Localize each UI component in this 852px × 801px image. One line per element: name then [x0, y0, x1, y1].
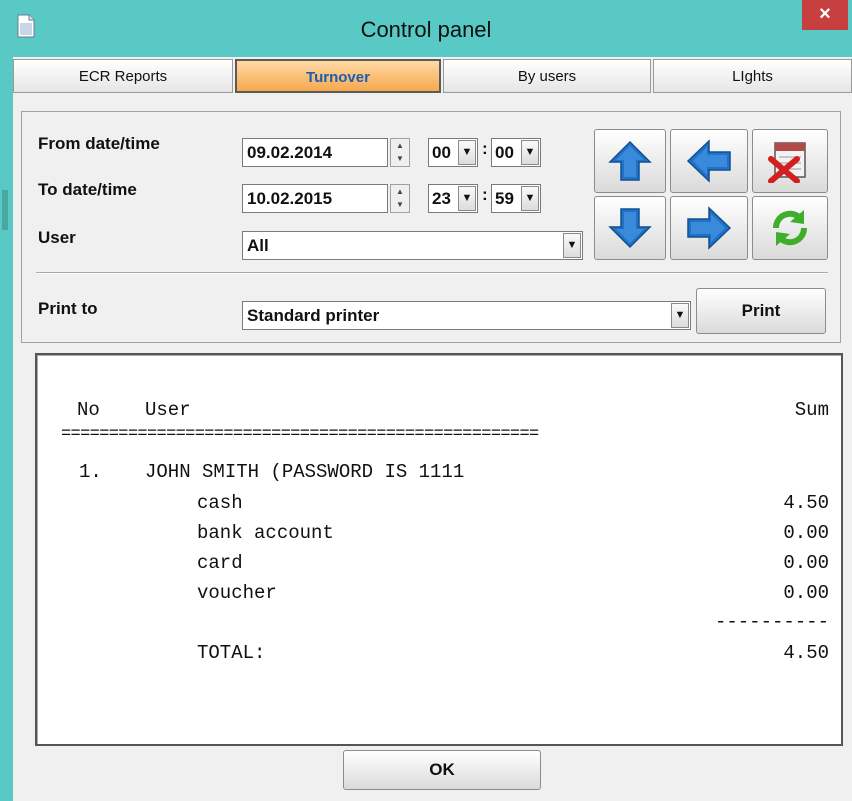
chevron-down-icon[interactable]: ▼: [521, 186, 539, 211]
print-button[interactable]: Print: [696, 288, 826, 334]
report-entry-no: 1.: [79, 461, 102, 483]
chevron-down-icon[interactable]: ▼: [521, 140, 539, 165]
move-left-button[interactable]: [670, 129, 748, 193]
report-single-rule: ----------: [714, 611, 829, 633]
spin-down-icon[interactable]: ▼: [391, 198, 409, 211]
tab-by-users[interactable]: By users: [443, 59, 651, 93]
report-view[interactable]: No User Sum ============================…: [35, 353, 843, 746]
report-total-label: TOTAL:: [197, 642, 266, 664]
from-date-label: From date/time: [38, 134, 160, 153]
chevron-down-icon[interactable]: ▼: [458, 186, 476, 211]
spin-up-icon[interactable]: ▲: [391, 139, 409, 152]
refresh-icon: [772, 210, 808, 246]
tab-lights[interactable]: LIghts: [653, 59, 852, 93]
report-header-no: No: [77, 399, 100, 421]
to-date-label: To date/time: [38, 180, 137, 199]
user-value: All: [247, 236, 269, 255]
report-row-value: 0.00: [783, 552, 829, 574]
report-double-rule: ========================================…: [61, 425, 539, 444]
report-row-label: bank account: [197, 522, 334, 544]
report-row-value: 4.50: [783, 492, 829, 514]
to-minute-value: 59: [495, 189, 514, 208]
to-date-field[interactable]: 10.02.2015: [242, 184, 388, 213]
from-minute-value: 00: [495, 143, 514, 162]
to-hour-value: 23: [432, 189, 451, 208]
from-minute-select[interactable]: 00 ▼: [491, 138, 541, 167]
tab-turnover[interactable]: Turnover: [235, 59, 441, 93]
window-left-border: [0, 0, 13, 801]
tab-strip: ECR Reports Turnover By users LIghts: [13, 57, 852, 97]
filter-panel: From date/time 09.02.2014 ▲ ▼ 00 ▼ : 00 …: [21, 111, 841, 343]
to-hour-select[interactable]: 23 ▼: [428, 184, 478, 213]
window-title: Control panel: [360, 17, 492, 42]
arrow-left-icon: [686, 139, 731, 183]
control-panel-window: Control panel × ECR Reports Turnover By …: [0, 0, 852, 801]
border-mark: [2, 190, 8, 230]
from-date-spinner[interactable]: ▲ ▼: [390, 138, 410, 167]
spin-up-icon[interactable]: ▲: [391, 185, 409, 198]
move-down-button[interactable]: [594, 196, 666, 260]
panel-separator: [36, 272, 828, 274]
user-select[interactable]: All ▼: [242, 231, 583, 260]
from-hour-value: 00: [432, 143, 451, 162]
report-row-value: 0.00: [783, 582, 829, 604]
to-date-spinner[interactable]: ▲ ▼: [390, 184, 410, 213]
ok-button[interactable]: OK: [343, 750, 541, 790]
printer-value: Standard printer: [247, 306, 380, 325]
report-row-label: card: [197, 552, 243, 574]
report-entry-name: JOHN SMITH (PASSWORD IS 1111: [145, 461, 465, 483]
report-total-value: 4.50: [783, 642, 829, 664]
chevron-down-icon[interactable]: ▼: [458, 140, 476, 165]
chevron-down-icon[interactable]: ▼: [563, 233, 581, 258]
refresh-button[interactable]: [752, 196, 828, 260]
client-area: ECR Reports Turnover By users LIghts Fro…: [13, 57, 852, 801]
from-date-field[interactable]: 09.02.2014: [242, 138, 388, 167]
move-up-button[interactable]: [594, 129, 666, 193]
print-to-label: Print to: [38, 299, 98, 318]
from-hour-select[interactable]: 00 ▼: [428, 138, 478, 167]
report-row-label: voucher: [197, 582, 277, 604]
arrow-up-icon: [608, 140, 652, 181]
user-label: User: [38, 228, 76, 247]
title-bar[interactable]: Control panel ×: [0, 0, 852, 57]
time-separator: :: [482, 185, 488, 204]
chevron-down-icon[interactable]: ▼: [671, 303, 689, 328]
time-separator: :: [482, 139, 488, 158]
delete-button[interactable]: [752, 129, 828, 193]
printer-select[interactable]: Standard printer ▼: [242, 301, 691, 330]
report-row-label: cash: [197, 492, 243, 514]
report-row-value: 0.00: [783, 522, 829, 544]
arrow-right-icon: [687, 206, 732, 250]
arrow-down-icon: [608, 208, 652, 249]
calendar-delete-icon: [768, 142, 806, 183]
spin-down-icon[interactable]: ▼: [391, 152, 409, 165]
report-header-user: User: [145, 399, 191, 421]
close-button[interactable]: ×: [802, 0, 848, 30]
to-minute-select[interactable]: 59 ▼: [491, 184, 541, 213]
move-right-button[interactable]: [670, 196, 748, 260]
report-header-sum: Sum: [794, 399, 829, 421]
tab-ecr-reports[interactable]: ECR Reports: [13, 59, 233, 93]
